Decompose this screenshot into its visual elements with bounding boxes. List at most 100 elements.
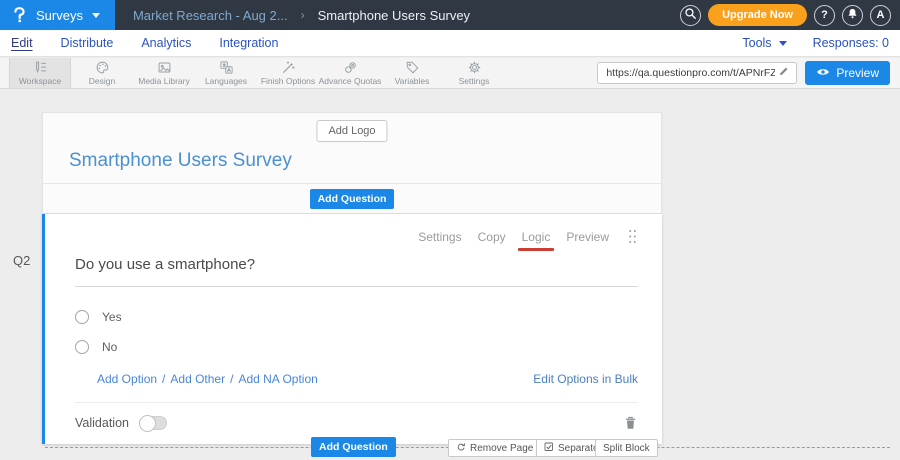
notifications-button[interactable] bbox=[842, 5, 863, 26]
tag-icon bbox=[405, 60, 420, 75]
add-question-button-top[interactable]: Add Question bbox=[310, 189, 395, 209]
radio-button[interactable] bbox=[75, 310, 89, 324]
page-break-row: Add Question Remove Page Break Separator… bbox=[45, 437, 890, 459]
delete-question-button[interactable] bbox=[623, 415, 638, 431]
breadcrumb: Market Research - Aug 2... › Smartphone … bbox=[133, 8, 470, 23]
add-question-strip: Add Question bbox=[43, 183, 661, 213]
toolbar-item-workspace[interactable]: Workspace bbox=[9, 58, 71, 88]
tab-edit[interactable]: Edit bbox=[11, 36, 33, 50]
top-navigation-bar: Surveys Market Research - Aug 2... › Sma… bbox=[0, 0, 900, 30]
editor-toolbar: Workspace Design Media Library bbox=[0, 58, 900, 89]
languages-icon bbox=[219, 60, 234, 75]
toolbar-item-media-library[interactable]: Media Library bbox=[133, 58, 195, 88]
questionpro-logo-icon bbox=[10, 6, 29, 25]
workspace-icon bbox=[33, 60, 48, 75]
tools-label: Tools bbox=[742, 36, 771, 50]
breadcrumb-separator: › bbox=[301, 8, 305, 22]
media-library-icon bbox=[157, 60, 172, 75]
split-block-button[interactable]: Split Block bbox=[595, 439, 658, 457]
tab-integration[interactable]: Integration bbox=[219, 36, 278, 50]
validation-toggle[interactable] bbox=[139, 416, 167, 430]
link-separator: / bbox=[230, 372, 233, 386]
search-button[interactable] bbox=[680, 5, 701, 26]
survey-url-box bbox=[597, 62, 797, 84]
radio-button[interactable] bbox=[75, 340, 89, 354]
split-block-label: Split Block bbox=[603, 443, 650, 454]
survey-title[interactable]: Smartphone Users Survey bbox=[69, 150, 292, 172]
chain-links-icon bbox=[343, 60, 358, 75]
question-settings-link[interactable]: Settings bbox=[418, 230, 461, 244]
tab-analytics[interactable]: Analytics bbox=[141, 36, 191, 50]
tab-distribute[interactable]: Distribute bbox=[61, 36, 114, 50]
survey-card: Add Logo Smartphone Users Survey Add Que… bbox=[42, 112, 662, 444]
question-block: Settings Copy Logic Preview Do you use a… bbox=[42, 214, 662, 444]
answer-option-row: Yes bbox=[75, 310, 638, 324]
toolbar-item-label: Settings bbox=[459, 76, 490, 86]
preview-button[interactable]: Preview bbox=[805, 61, 890, 85]
menu-right: Tools Responses: 0 bbox=[742, 36, 889, 50]
topbar-actions: Upgrade Now ? A bbox=[680, 4, 900, 26]
toolbar-item-languages[interactable]: Languages bbox=[195, 58, 257, 88]
bell-icon bbox=[846, 7, 859, 23]
design-palette-icon bbox=[95, 60, 110, 75]
edit-url-button[interactable] bbox=[778, 64, 796, 82]
add-na-option-link[interactable]: Add NA Option bbox=[238, 372, 317, 386]
pencil-icon bbox=[778, 64, 790, 82]
surveys-menu[interactable]: Surveys bbox=[0, 0, 115, 30]
validation-label: Validation bbox=[75, 416, 129, 430]
add-option-link[interactable]: Add Option bbox=[97, 372, 157, 386]
add-other-link[interactable]: Add Other bbox=[170, 372, 225, 386]
toolbar-item-design[interactable]: Design bbox=[71, 58, 133, 88]
question-logic-link[interactable]: Logic bbox=[522, 230, 551, 244]
trash-icon bbox=[623, 415, 638, 431]
gear-icon bbox=[467, 60, 482, 75]
toggle-knob bbox=[139, 415, 156, 432]
toolbar-item-finish-options[interactable]: Finish Options bbox=[257, 58, 319, 88]
survey-url-input[interactable] bbox=[598, 67, 778, 79]
help-button[interactable]: ? bbox=[814, 5, 835, 26]
toolbar-item-label: Workspace bbox=[19, 76, 61, 86]
toolbar-item-label: Design bbox=[89, 76, 115, 86]
toolbar-item-label: Finish Options bbox=[261, 76, 315, 86]
responses-count[interactable]: Responses: 0 bbox=[813, 36, 889, 50]
option-links-row: Add Option / Add Other / Add NA Option E… bbox=[75, 372, 638, 386]
add-question-button-bottom[interactable]: Add Question bbox=[311, 437, 396, 457]
survey-header-section: Add Logo Smartphone Users Survey Add Que… bbox=[42, 112, 662, 214]
kebab-dots-icon bbox=[627, 228, 638, 245]
main-tabs: Edit Distribute Analytics Integration bbox=[11, 36, 278, 50]
upgrade-now-button[interactable]: Upgrade Now bbox=[708, 4, 807, 26]
toolbar-item-variables[interactable]: Variables bbox=[381, 58, 443, 88]
add-logo-button[interactable]: Add Logo bbox=[316, 120, 387, 142]
link-separator: / bbox=[162, 372, 165, 386]
question-number: Q2 bbox=[13, 253, 30, 268]
breadcrumb-folder[interactable]: Market Research - Aug 2... bbox=[133, 8, 288, 23]
search-icon bbox=[683, 6, 698, 24]
chevron-down-icon bbox=[92, 13, 100, 18]
main-menu-bar: Edit Distribute Analytics Integration To… bbox=[0, 30, 900, 57]
chevron-down-icon bbox=[779, 41, 787, 46]
question-preview-link[interactable]: Preview bbox=[566, 230, 609, 244]
product-name: Surveys bbox=[36, 8, 83, 23]
checkbox-checked-icon bbox=[544, 442, 554, 455]
answer-option-label[interactable]: No bbox=[102, 340, 117, 354]
question-actions: Settings Copy Logic Preview bbox=[75, 228, 638, 245]
toolbar-item-label: Variables bbox=[395, 76, 430, 86]
magic-wand-icon bbox=[281, 60, 296, 75]
refresh-icon bbox=[456, 442, 466, 455]
toolbar-item-settings[interactable]: Settings bbox=[443, 58, 505, 88]
add-option-links: Add Option / Add Other / Add NA Option bbox=[97, 372, 318, 386]
toolbar-item-advance-quotas[interactable]: Advance Quotas bbox=[319, 58, 381, 88]
answer-option-row: No bbox=[75, 340, 638, 354]
question-copy-link[interactable]: Copy bbox=[478, 230, 506, 244]
avatar[interactable]: A bbox=[870, 5, 891, 26]
edit-options-in-bulk-link[interactable]: Edit Options in Bulk bbox=[533, 372, 638, 386]
toolbar-right: Preview bbox=[597, 58, 900, 88]
survey-editor-canvas: Q2 Add Logo Smartphone Users Survey Add … bbox=[0, 90, 900, 460]
eye-icon bbox=[816, 66, 830, 81]
question-text[interactable]: Do you use a smartphone? bbox=[75, 256, 638, 287]
tools-dropdown[interactable]: Tools bbox=[742, 36, 786, 50]
answer-option-label[interactable]: Yes bbox=[102, 310, 122, 324]
question-more-menu[interactable] bbox=[627, 228, 638, 245]
toolbar-item-label: Media Library bbox=[138, 76, 190, 86]
toolbar-item-label: Languages bbox=[205, 76, 247, 86]
